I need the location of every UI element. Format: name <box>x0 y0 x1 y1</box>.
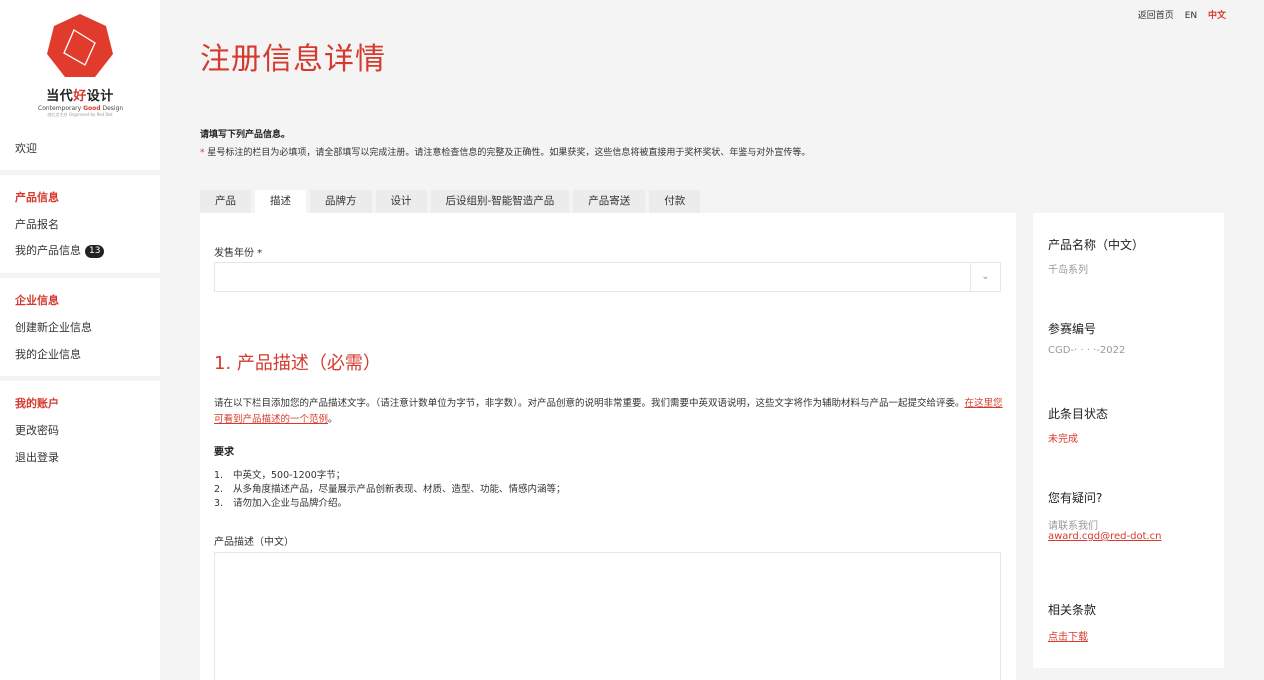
intro-note-text: 星号标注的栏目为必填项，请全部填写以完成注册。请注意检查信息的完整及正确性。如果… <box>207 148 811 158</box>
product-name-label: 产品名称（中文） <box>1048 238 1145 252</box>
tab-shipping[interactable]: 产品寄送 <box>573 190 646 213</box>
lang-zh-link[interactable]: 中文 <box>1208 11 1226 21</box>
list-item: 2. 从多角度描述产品，尽量展示产品创新表现、材质、造型、功能、情感内涵等； <box>214 484 566 495</box>
page-title: 注册信息详情 <box>200 42 386 77</box>
desc-cn-textarea[interactable] <box>214 552 1001 680</box>
sidebar-item-create-company[interactable]: 创建新企业信息 <box>15 319 92 335</box>
requirements-heading: 要求 <box>214 447 234 458</box>
product-name-value: 千岛系列 <box>1048 265 1088 276</box>
tab-product[interactable]: 产品 <box>200 190 251 213</box>
top-nav: 返回首页 EN 中文 <box>1130 8 1226 21</box>
instructions-end: 。 <box>328 414 338 425</box>
chevron-down-icon[interactable]: ⌄ <box>970 263 1000 291</box>
terms-download-link[interactable]: 点击下载 <box>1048 628 1088 643</box>
tab-category[interactable]: 后设组别-智能智造产品 <box>430 190 570 213</box>
brand-title: 当代好设计 <box>46 89 114 104</box>
description-instructions: 请在以下栏目添加您的产品描述文字。（请注意计数单位为字节，非字数）。对产品创意的… <box>214 396 1004 428</box>
sidebar-item-my-company[interactable]: 我的企业信息 <box>15 346 81 362</box>
sidebar-item-product-register[interactable]: 产品报名 <box>15 216 59 232</box>
list-item: 3. 请勿加入企业与品牌介绍。 <box>214 498 348 509</box>
requirements-list: 1. 中英文，500-1200字节； 2. 从多角度描述产品，尽量展示产品创新表现、… <box>214 469 566 511</box>
sidebar-heading-company[interactable]: 企业信息 <box>15 292 59 308</box>
terms-label: 相关条款 <box>1048 603 1097 617</box>
instructions-text: 请在以下栏目添加您的产品描述文字。（请注意计数单位为字节，非字数）。对产品创意的… <box>214 398 965 409</box>
entry-status-value: 未完成 <box>1048 434 1078 445</box>
form-card: 发售年份 * ⌄ 1. 产品描述（必需） 请在以下栏目添加您的产品描述文字。（请… <box>200 213 1016 680</box>
info-panel: 产品名称（中文） 千岛系列 参赛编号 CGD-· · · ·-2022 此条目状… <box>1033 213 1224 668</box>
sidebar: 当代好设计 Contemporary Good Design 由红点主办 Org… <box>0 0 160 680</box>
brand-subtitle: Contemporary Good Design <box>38 105 124 112</box>
brand-tagline: 由红点主办 Organised by Red Dot <box>47 112 113 117</box>
entry-id-value: CGD-· · · ·-2022 <box>1048 345 1126 356</box>
entry-status-label: 此条目状态 <box>1048 407 1109 421</box>
sale-year-select[interactable]: ⌄ <box>214 262 1001 292</box>
tab-bar: 产品 描述 品牌方 设计 后设组别-智能智造产品 产品寄送 付款 <box>200 190 704 213</box>
sidebar-item-logout[interactable]: 退出登录 <box>15 449 59 465</box>
tab-brand[interactable]: 品牌方 <box>310 190 372 213</box>
tab-description[interactable]: 描述 <box>255 190 306 213</box>
sidebar-divider <box>0 376 160 381</box>
lang-en-link[interactable]: EN <box>1185 11 1197 21</box>
question-label: 您有疑问? <box>1048 491 1103 505</box>
list-item: 1. 中英文，500-1200字节； <box>214 470 346 481</box>
sidebar-divider <box>0 170 160 175</box>
sidebar-item-welcome[interactable]: 欢迎 <box>15 140 37 156</box>
brand-logo[interactable]: 当代好设计 Contemporary Good Design 由红点主办 Org… <box>38 12 124 117</box>
tab-design[interactable]: 设计 <box>375 190 427 213</box>
section-title: 1. 产品描述（必需） <box>214 353 381 374</box>
logo-heptagon-icon <box>47 14 113 77</box>
count-badge: 13 <box>85 245 105 258</box>
desc-cn-label: 产品描述（中文） <box>214 537 294 548</box>
entry-id-label: 参赛编号 <box>1048 322 1097 336</box>
sidebar-heading-product[interactable]: 产品信息 <box>15 189 59 205</box>
home-link[interactable]: 返回首页 <box>1138 11 1174 21</box>
sidebar-item-my-products[interactable]: 我的产品信息 13 <box>15 242 105 258</box>
intro-heading: 请填写下列产品信息。 <box>200 130 291 140</box>
contact-email-link[interactable]: award.cgd@red-dot.cn <box>1048 531 1162 542</box>
intro-note: * 星号标注的栏目为必填项，请全部填写以完成注册。请注意检查信息的完整及正确性。… <box>200 145 810 158</box>
sale-year-label: 发售年份 * <box>214 248 263 259</box>
sidebar-item-label: 我的产品信息 <box>15 244 81 257</box>
contact-text: 请联系我们 <box>1048 521 1098 532</box>
tab-payment[interactable]: 付款 <box>649 190 701 213</box>
sidebar-divider <box>0 273 160 278</box>
sidebar-item-change-password[interactable]: 更改密码 <box>15 422 59 438</box>
sidebar-heading-account[interactable]: 我的账户 <box>15 395 59 411</box>
